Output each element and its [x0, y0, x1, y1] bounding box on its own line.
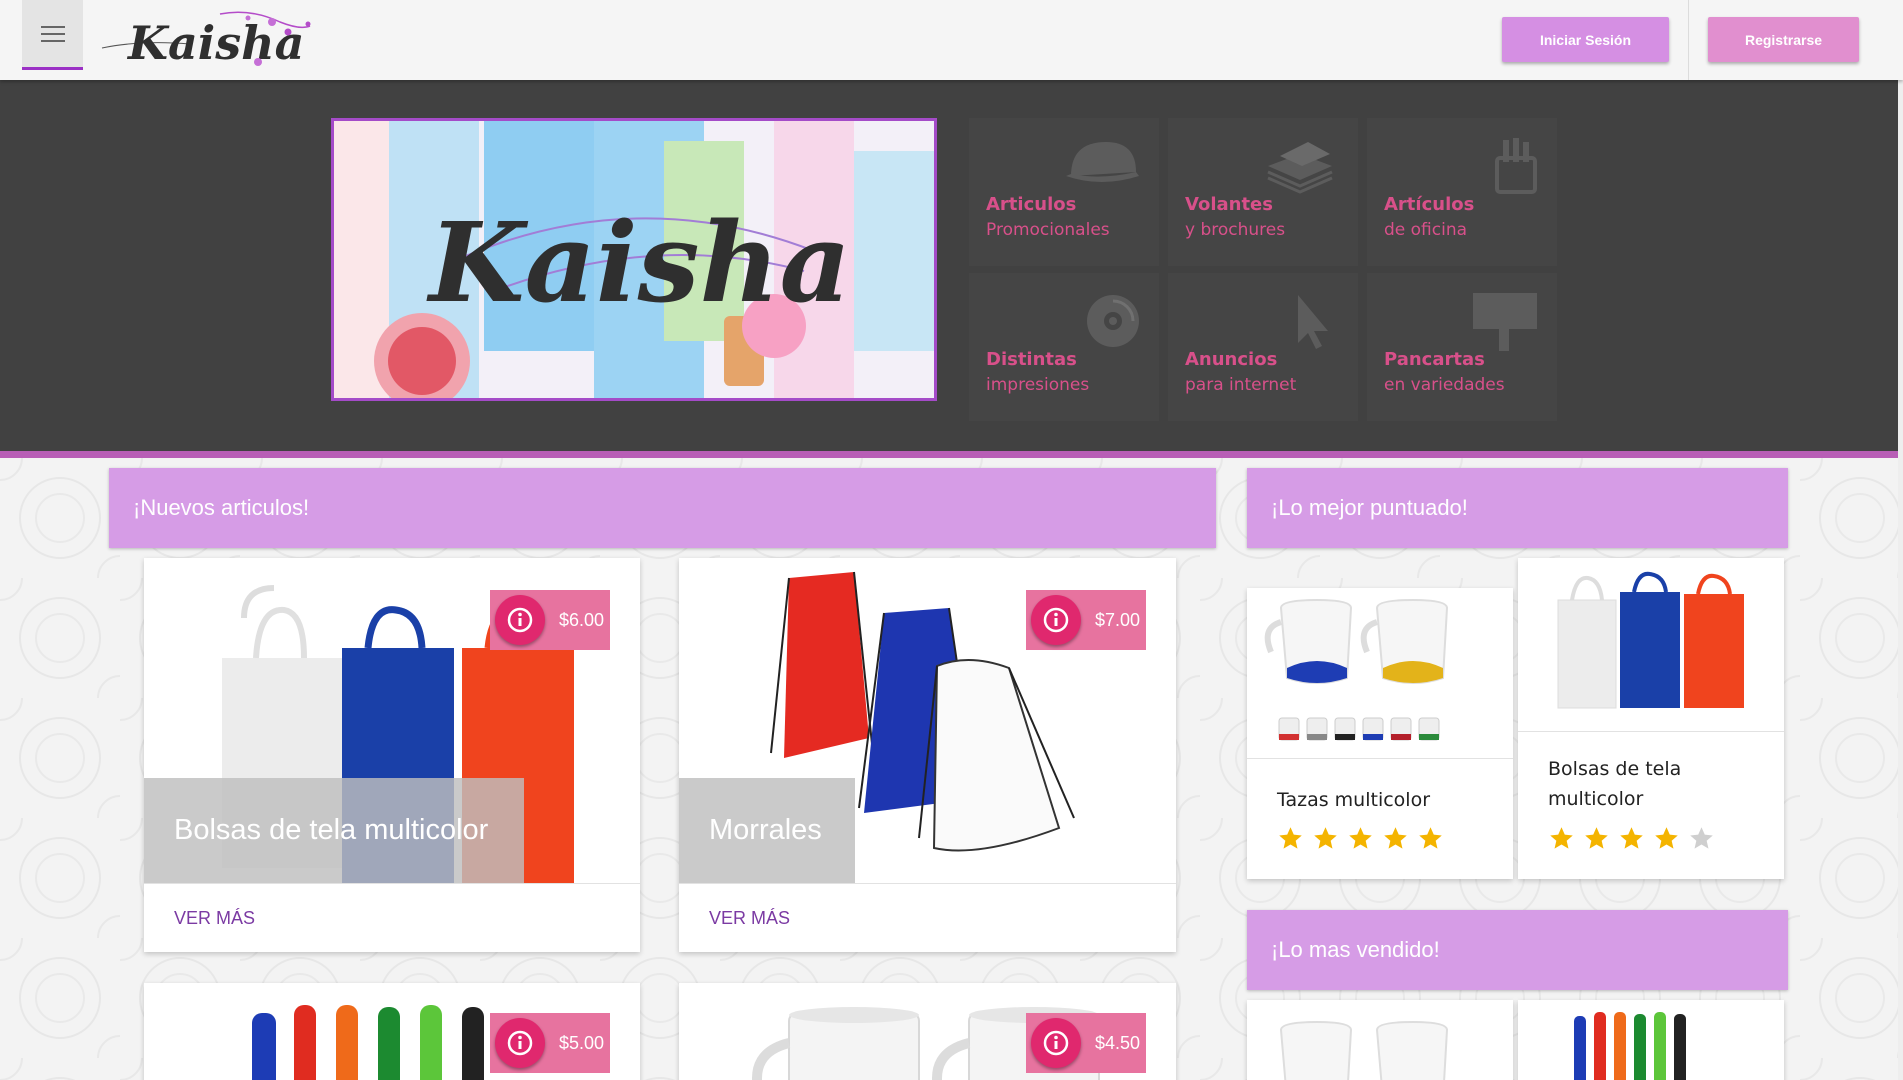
info-icon[interactable] — [495, 1018, 545, 1068]
header-divider — [1688, 0, 1689, 80]
product-card[interactable]: $5.00 — [144, 983, 640, 1080]
tile-various-prints[interactable]: Distintas impresiones — [969, 273, 1159, 421]
top-rated-header: ¡Lo mejor puntuado! — [1247, 468, 1788, 548]
product-price: $4.50 — [1095, 1032, 1141, 1053]
tile-line2: y brochures — [1185, 220, 1286, 240]
rated-product-title: Bolsas de tela multicolor — [1548, 754, 1681, 814]
tile-banners[interactable]: Pancartas en variedades — [1367, 273, 1557, 421]
best-seller-card[interactable] — [1247, 1000, 1513, 1080]
card-divider — [1247, 758, 1513, 759]
papers-icon — [1267, 142, 1333, 194]
star-filled-icon — [1585, 827, 1608, 849]
star-filled-icon — [1620, 827, 1643, 849]
product-image — [1247, 588, 1513, 758]
cursor-icon — [1298, 295, 1328, 349]
hamburger-menu-icon — [40, 25, 65, 42]
tile-promotional-items[interactable]: Articulos Promocionales — [969, 118, 1159, 266]
star-filled-icon — [1314, 827, 1337, 849]
card-divider — [1518, 731, 1784, 732]
menu-button[interactable] — [22, 0, 83, 70]
star-filled-icon — [1550, 827, 1573, 849]
hero-section: Kaisha Articulos Promocionales Volantes … — [0, 80, 1898, 451]
tile-line2: Promocionales — [986, 220, 1110, 240]
product-title: Bolsas de tela multicolor — [144, 778, 524, 883]
product-image — [1518, 558, 1784, 731]
disc-icon — [1087, 295, 1139, 347]
product-price: $7.00 — [1095, 609, 1141, 630]
tile-line1: Anuncios — [1185, 349, 1278, 370]
banner-logo-text: Kaisha — [426, 198, 851, 327]
tile-line2: para internet — [1185, 375, 1297, 395]
product-image — [1518, 1000, 1784, 1080]
card-divider — [144, 883, 640, 884]
product-price: $5.00 — [559, 1032, 605, 1053]
star-filled-icon — [1655, 827, 1678, 849]
brand-logo[interactable]: Kaisha — [100, 4, 320, 74]
product-card[interactable]: Bolsas de tela multicolor VER MÁS $6.00 — [144, 558, 640, 952]
new-items-header: ¡Nuevos articulos! — [109, 468, 1216, 548]
tile-flyers-brochures[interactable]: Volantes y brochures — [1168, 118, 1358, 266]
price-badge[interactable]: $6.00 — [490, 590, 610, 650]
rated-product-title-line2: multicolor — [1548, 788, 1644, 810]
rated-product-title: Tazas multicolor — [1277, 789, 1431, 811]
top-rated-title: ¡Lo mejor puntuado! — [1271, 495, 1468, 520]
product-title: Morrales — [679, 778, 855, 883]
price-badge[interactable]: $5.00 — [490, 1013, 610, 1073]
best-sellers-title: ¡Lo mas vendido! — [1271, 937, 1440, 962]
tile-line1: Articulos — [986, 194, 1077, 215]
star-rating — [1548, 825, 1715, 852]
info-icon[interactable] — [495, 595, 545, 645]
best-sellers-header: ¡Lo mas vendido! — [1247, 910, 1788, 990]
new-items-title: ¡Nuevos articulos! — [133, 495, 310, 520]
info-icon[interactable] — [1031, 1018, 1081, 1068]
rated-product-title-line1: Bolsas de tela — [1548, 758, 1682, 780]
cap-icon — [1066, 142, 1139, 182]
card-divider — [679, 883, 1176, 884]
billboard-icon — [1473, 293, 1537, 351]
price-badge[interactable]: $7.00 — [1026, 590, 1146, 650]
tile-office-items[interactable]: Artículos de oficina — [1367, 118, 1557, 266]
product-card[interactable]: $4.50 — [679, 983, 1176, 1080]
tile-line1: Volantes — [1185, 194, 1273, 215]
tile-line2: impresiones — [986, 375, 1090, 395]
pencil-cup-icon — [1495, 138, 1537, 194]
star-filled-icon — [1419, 827, 1442, 849]
hero-bottom-border — [0, 451, 1898, 458]
best-seller-card[interactable] — [1518, 1000, 1784, 1080]
tile-line2: en variedades — [1384, 375, 1505, 395]
rated-product-card[interactable]: Bolsas de tela multicolor — [1518, 558, 1784, 879]
product-card[interactable]: Morrales VER MÁS $7.00 — [679, 558, 1176, 952]
product-price: $6.00 — [559, 609, 605, 630]
star-empty-icon — [1690, 827, 1713, 849]
tile-line2: de oficina — [1384, 220, 1468, 240]
info-icon[interactable] — [1031, 595, 1081, 645]
tile-line1: Artículos — [1384, 194, 1475, 215]
price-badge[interactable]: $4.50 — [1026, 1013, 1146, 1073]
tile-line1: Distintas — [986, 349, 1077, 370]
rated-product-card[interactable]: Tazas multicolor — [1247, 588, 1513, 879]
tile-line1: Pancartas — [1384, 349, 1485, 370]
logo-text: Kaisha — [126, 16, 304, 70]
product-image — [1247, 1000, 1513, 1080]
tile-internet-ads[interactable]: Anuncios para internet — [1168, 273, 1358, 421]
login-button[interactable]: Iniciar Sesión — [1502, 17, 1669, 62]
view-more-link[interactable]: VER MÁS — [174, 908, 255, 929]
view-more-link[interactable]: VER MÁS — [709, 908, 790, 929]
top-app-bar: Kaisha Iniciar Sesión Registrarse — [0, 0, 1903, 80]
star-filled-icon — [1349, 827, 1372, 849]
register-button[interactable]: Registrarse — [1708, 17, 1859, 62]
star-rating — [1277, 825, 1444, 852]
main-content: ¡Nuevos articulos! Bolsas de tela multic… — [0, 458, 1898, 1080]
hero-banner[interactable]: Kaisha — [331, 118, 937, 401]
star-filled-icon — [1279, 827, 1302, 849]
star-filled-icon — [1384, 827, 1407, 849]
